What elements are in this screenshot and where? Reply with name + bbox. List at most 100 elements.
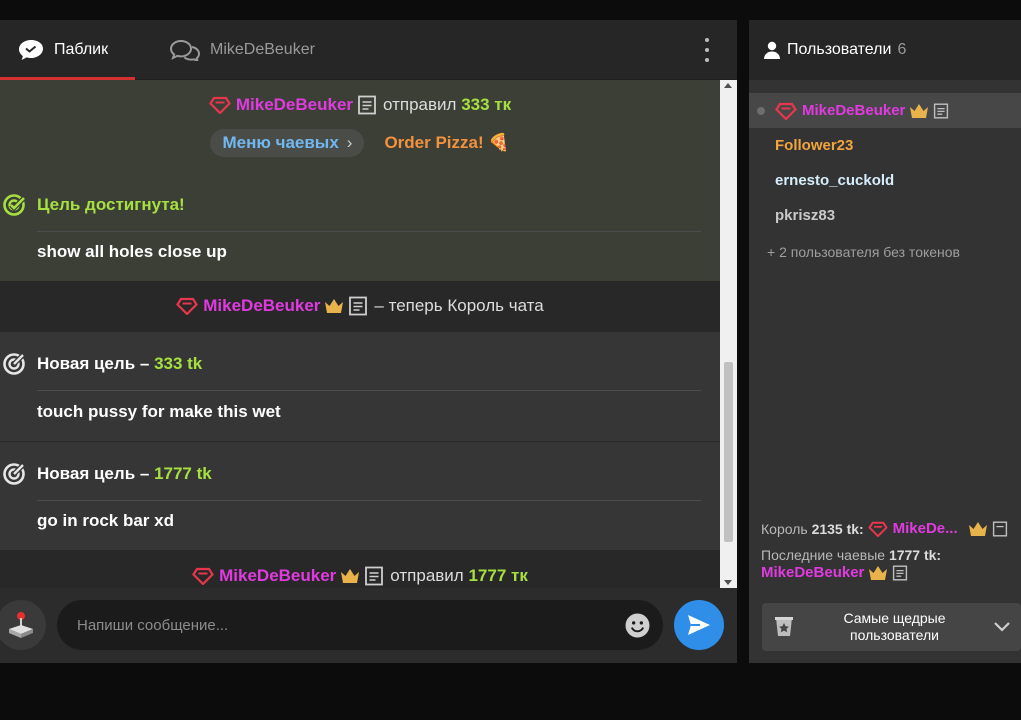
- diamond-heart-icon: [775, 102, 797, 120]
- chat-bubbles-icon: [170, 39, 200, 61]
- user-row[interactable]: MikeDeBeuker: [749, 93, 1021, 128]
- last-tip-amount: 1777 tk:: [888, 547, 942, 563]
- crown-icon: [324, 298, 344, 314]
- joystick-button[interactable]: [0, 600, 46, 650]
- more-dot: [705, 58, 709, 62]
- tip-verb: отправил: [383, 95, 457, 114]
- tip-message: MikeDeBeuker отправил 1777 тк: [0, 550, 720, 588]
- king-info: Король 2135 tk: MikeDe...: [761, 520, 1014, 537]
- scroll-down-arrow-icon[interactable]: [724, 580, 732, 585]
- joystick-icon: [9, 612, 33, 638]
- diamond-heart-icon: [192, 567, 215, 585]
- user-name: pkrisz83: [775, 207, 836, 224]
- tip-sender[interactable]: MikeDeBeuker: [236, 95, 353, 115]
- tip-amount: 333 тк: [461, 95, 512, 114]
- more-options-button[interactable]: [700, 38, 714, 62]
- king-line: MikeDeBeuker – теперь Король чата: [0, 293, 720, 319]
- user-row[interactable]: ernesto_cuckold: [749, 163, 1021, 198]
- more-dot: [705, 38, 709, 42]
- users-count: 6: [897, 41, 907, 58]
- tip-message: MikeDeBeuker отправил 333 тк: [0, 92, 720, 118]
- king-label: Король: [761, 520, 808, 537]
- users-list: MikeDeBeuker Follower23 ernesto_cuckold …: [749, 93, 1021, 233]
- target-icon: [3, 353, 25, 375]
- message-tip-goal: MikeDeBeuker отправил 333 тк Меню чаевых…: [0, 80, 720, 281]
- tip-verb: отправил: [390, 566, 464, 585]
- notes-icon: [348, 296, 368, 316]
- notes-icon: [357, 95, 377, 115]
- goal-description: go in rock bar xd: [37, 511, 174, 530]
- new-goal-amount: 333 tk: [154, 354, 203, 373]
- chat-tabs: Паблик MikeDeBeuker: [0, 20, 737, 80]
- last-tip-label: Последние чаевые: [761, 547, 886, 563]
- last-tip-info: Последние чаевые 1777 tk: MikeDeBeuker: [761, 546, 941, 582]
- tip-amount: 1777 тк: [468, 566, 528, 585]
- user-name: MikeDeBeuker: [802, 102, 906, 119]
- notes-icon: [364, 566, 384, 586]
- users-panel: Пользователи 6 MikeDeBeuker Follower23 e…: [749, 20, 1021, 663]
- diamond-heart-icon: [208, 96, 231, 114]
- tip-menu-row: Меню чаевых › Order Pizza! 🍕: [0, 128, 720, 158]
- scroll-up-arrow-icon[interactable]: [724, 83, 732, 88]
- divider: [37, 500, 701, 501]
- new-goal-row: Новая цель – 1777 tk: [0, 450, 212, 498]
- chevron-right-icon: ›: [346, 133, 353, 152]
- message-composer: [0, 588, 737, 663]
- goal-reached-label: Цель достигнута!: [37, 195, 185, 214]
- leaderboard-star-icon: [775, 617, 793, 636]
- tab-private-label: MikeDeBeuker: [210, 41, 315, 58]
- top-tippers-label: Самые щедрые пользователи: [843, 610, 946, 643]
- king-amount: 2135 tk:: [811, 520, 864, 537]
- notes-icon: [992, 520, 1008, 537]
- crown-icon: [868, 565, 888, 581]
- diamond-heart-icon: [867, 521, 888, 537]
- tip-line: MikeDeBeuker отправил 1777 тк: [0, 564, 720, 588]
- send-button[interactable]: [674, 600, 724, 650]
- user-name: Follower23: [775, 137, 854, 154]
- last-tip-nick[interactable]: MikeDeBeuker: [761, 564, 864, 582]
- new-goal-message: Новая цель – 1777 tk go in rock bar xd: [0, 441, 720, 550]
- king-text: – теперь Король чата: [374, 296, 544, 315]
- send-icon: [688, 615, 710, 635]
- user-row[interactable]: pkrisz83: [749, 198, 1021, 233]
- user-icon: [764, 41, 780, 59]
- target-check-icon: [3, 194, 26, 216]
- emoji-icon[interactable]: [625, 613, 650, 638]
- notes-icon: [892, 565, 908, 581]
- new-goal-prefix: Новая цель –: [37, 464, 150, 483]
- target-icon: [3, 463, 25, 485]
- users-header: Пользователи 6: [749, 20, 1021, 80]
- crown-icon: [340, 568, 360, 584]
- king-nick[interactable]: MikeDeBeuker: [203, 296, 320, 316]
- divider: [37, 390, 701, 391]
- crown-icon: [909, 103, 929, 119]
- tip-menu-item[interactable]: Order Pizza! 🍕: [384, 133, 509, 153]
- users-title: Пользователи: [787, 41, 892, 58]
- new-goal-message: Новая цель – 333 tk touch pussy for make…: [0, 332, 720, 441]
- tab-public-label: Паблик: [54, 41, 109, 58]
- tab-public[interactable]: Паблик: [18, 20, 108, 80]
- user-row[interactable]: Follower23: [749, 128, 1021, 163]
- guests-count: + 2 пользователя без токенов: [767, 244, 960, 260]
- goal-description: touch pussy for make this wet: [37, 402, 281, 421]
- king-message: MikeDeBeuker – теперь Король чата: [0, 281, 720, 332]
- message-input[interactable]: [57, 600, 663, 650]
- new-goal-row: Новая цель – 333 tk: [0, 340, 202, 388]
- scrollbar-thumb[interactable]: [724, 362, 733, 542]
- king-nick[interactable]: MikeDe...: [893, 520, 958, 537]
- chat-scrollbar[interactable]: [720, 80, 737, 588]
- notes-icon: [933, 102, 949, 119]
- chevron-down-icon: [994, 622, 1010, 632]
- message-list[interactable]: MikeDeBeuker отправил 333 тк Меню чаевых…: [0, 80, 720, 588]
- new-goal-amount: 1777 tk: [154, 464, 212, 483]
- goal-reached-row: Цель достигнута!: [0, 181, 185, 229]
- goal-description: show all holes close up: [37, 242, 227, 261]
- status-dot: [757, 107, 765, 115]
- tip-sender[interactable]: MikeDeBeuker: [219, 566, 336, 586]
- tab-private[interactable]: MikeDeBeuker: [170, 20, 315, 80]
- chat-panel: Паблик MikeDeBeuker MikeDeBeuker отправи…: [0, 20, 737, 663]
- divider: [37, 231, 701, 232]
- tip-menu-button[interactable]: Меню чаевых ›: [210, 129, 365, 157]
- top-tippers-button[interactable]: Самые щедрые пользователи: [762, 603, 1021, 651]
- user-name: ernesto_cuckold: [775, 172, 895, 189]
